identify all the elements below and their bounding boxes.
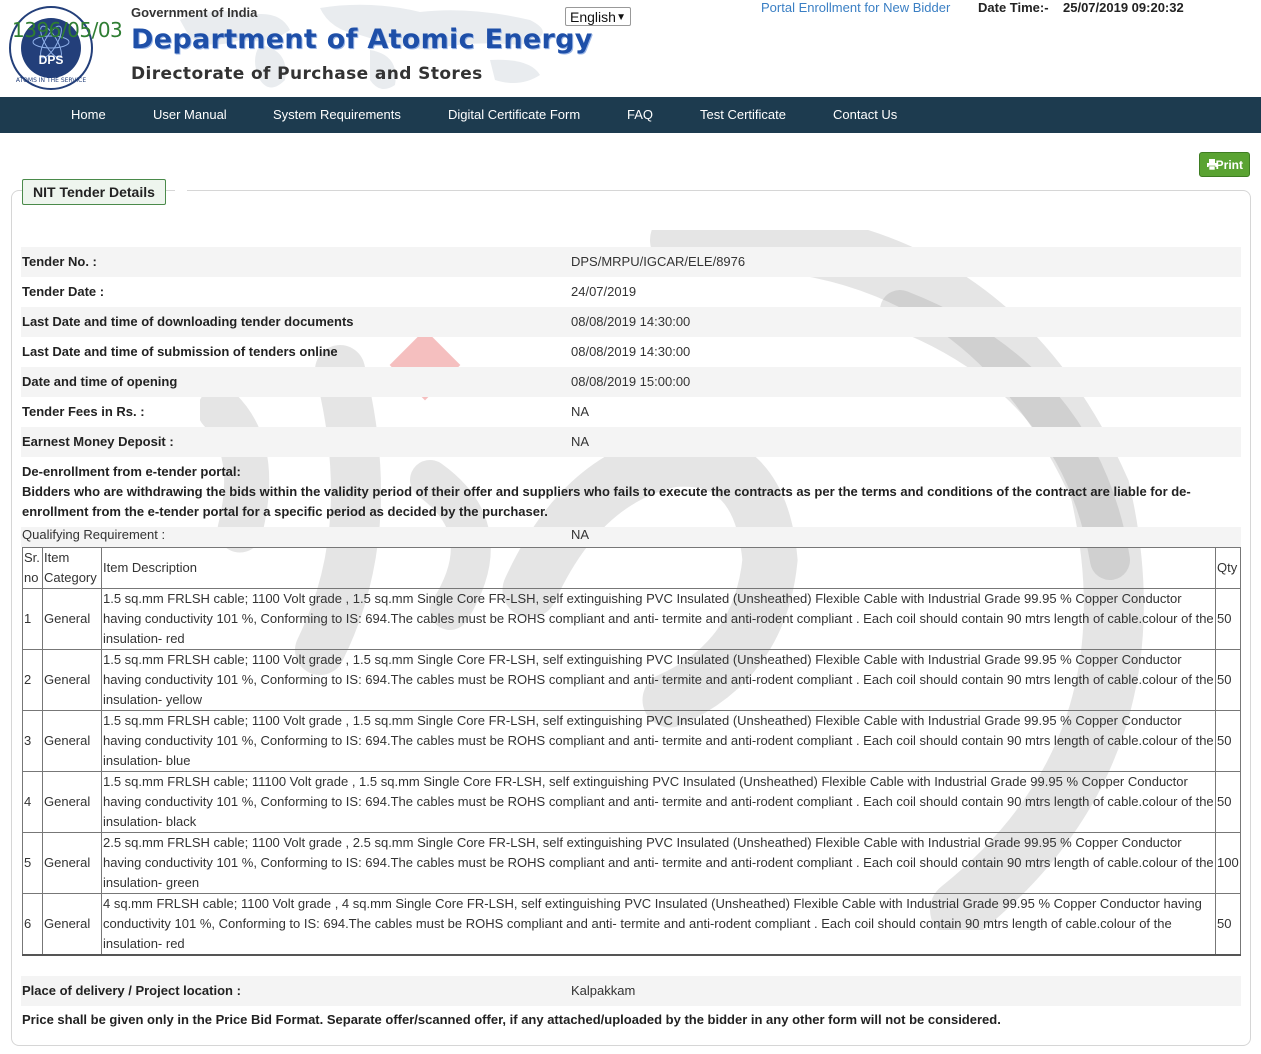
detail-label: Tender Fees in Rs. : [22,404,145,419]
gov-of-india-label: Government of India [131,5,258,20]
header-category: Item Category [42,547,102,589]
header-qty: Qty [1215,547,1241,589]
cell-category: General [42,771,102,833]
cell-description: 1.5 sq.mm FRLSH cable; 1100 Volt grade ,… [101,649,1216,711]
cell-description: 1.5 sq.mm FRLSH cable; 11100 Volt grade … [101,771,1216,833]
print-label: Print [1215,158,1243,172]
printer-icon [1207,159,1217,170]
language-select[interactable]: English ▼ [565,7,631,26]
cell-sr: 1 [22,588,43,650]
nav-test-certificate[interactable]: Test Certificate [700,97,786,133]
qualifying-value: NA [571,527,590,542]
overlay-id-stamp: 1396/05/03 [12,18,123,42]
cell-qty: 50 [1215,710,1241,772]
deenrollment-notice: De-enrollment from e-tender portal: Bidd… [22,462,1242,522]
language-selected-value: English [570,9,616,25]
cell-category: General [42,832,102,894]
dps-logo: DPS ATOMS IN THE SERVICE [8,2,94,94]
detail-row-opening: Date and time of opening 08/08/2019 15:0… [21,367,1241,397]
delivery-value: Kalpakkam [571,983,636,998]
nav-contact-us[interactable]: Contact Us [833,97,897,133]
cell-qty: 50 [1215,771,1241,833]
cell-description: 1.5 sq.mm FRLSH cable; 1100 Volt grade ,… [101,710,1216,772]
cell-qty: 50 [1215,893,1241,956]
detail-row-delivery: Place of delivery / Project location : K… [21,976,1241,1006]
items-table: Sr. no Item Category Item Description Qt… [22,547,1241,956]
table-row: 5 General 2.5 sq.mm FRLSH cable; 1100 Vo… [22,832,1241,894]
cell-sr: 6 [22,893,43,956]
detail-label: Date and time of opening [22,374,178,389]
cell-sr: 2 [22,649,43,711]
datetime-value: 25/07/2019 09:20:32 [1063,0,1184,15]
detail-row-tender-no: Tender No. : DPS/MRPU/IGCAR/ELE/8976 [21,247,1241,277]
cell-qty: 50 [1215,588,1241,650]
detail-value: 08/08/2019 14:30:00 [571,344,691,359]
detail-label: Last Date and time of submission of tend… [22,344,338,359]
detail-label: Last Date and time of downloading tender… [22,314,354,329]
items-table-header: Sr. no Item Category Item Description Qt… [22,547,1241,589]
main-navigation: Home User Manual System Requirements Dig… [0,97,1261,133]
cell-category: General [42,893,102,956]
qualifying-label: Qualifying Requirement : [22,527,166,542]
nav-user-manual[interactable]: User Manual [153,97,227,133]
cell-sr: 3 [22,710,43,772]
detail-value: 24/07/2019 [571,284,637,299]
detail-row-last-submission: Last Date and time of submission of tend… [21,337,1241,367]
svg-text:DPS: DPS [39,53,64,67]
detail-row-tender-date: Tender Date : 24/07/2019 [21,277,1241,307]
detail-label: Tender No. : [22,254,97,269]
detail-value: NA [571,404,590,419]
portal-enrollment-link[interactable]: Portal Enrollment for New Bidder [761,0,950,15]
table-row: 1 General 1.5 sq.mm FRLSH cable; 1100 Vo… [22,588,1241,650]
cell-qty: 50 [1215,649,1241,711]
cell-category: General [42,588,102,650]
nav-system-requirements[interactable]: System Requirements [273,97,401,133]
price-note: Price shall be given only in the Price B… [22,1012,1001,1027]
table-row: 3 General 1.5 sq.mm FRLSH cable; 1100 Vo… [22,710,1241,772]
print-button[interactable]: Print [1199,152,1250,177]
department-title: Department of Atomic Energy [131,24,593,55]
detail-row-last-download: Last Date and time of downloading tender… [21,307,1241,337]
qualifying-row-bg [21,527,1241,547]
detail-label: Tender Date : [22,284,105,299]
cell-category: General [42,649,102,711]
header-sr: Sr. no [22,547,43,589]
cell-description: 1.5 sq.mm FRLSH cable; 1100 Volt grade ,… [101,588,1216,650]
detail-value: DPS/MRPU/IGCAR/ELE/8976 [571,254,746,269]
site-header: DPS ATOMS IN THE SERVICE 1396/05/03 Gove… [0,0,1261,97]
svg-text:ATOMS IN THE SERVICE: ATOMS IN THE SERVICE [16,77,86,84]
nav-faq[interactable]: FAQ [627,97,653,133]
cell-description: 4 sq.mm FRLSH cable; 1100 Volt grade , 4… [101,893,1216,956]
nav-digital-certificate-form[interactable]: Digital Certificate Form [448,97,580,133]
table-row: 2 General 1.5 sq.mm FRLSH cable; 1100 Vo… [22,649,1241,711]
detail-row-emd: Earnest Money Deposit : NA [21,427,1241,457]
detail-value: NA [571,434,590,449]
nav-home[interactable]: Home [71,97,106,133]
table-row: 4 General 1.5 sq.mm FRLSH cable; 11100 V… [22,771,1241,833]
detail-row-tender-fees: Tender Fees in Rs. : NA [21,397,1241,427]
deenrollment-title: De-enrollment from e-tender portal: [22,464,241,479]
caret-down-icon: ▼ [616,12,626,23]
deenrollment-text: Bidders who are withdrawing the bids wit… [22,484,1191,519]
detail-value: 08/08/2019 14:30:00 [571,314,691,329]
cell-category: General [42,710,102,772]
panel-title: NIT Tender Details [22,179,166,205]
cell-sr: 5 [22,832,43,894]
legend-gap [175,189,187,192]
table-row: 6 General 4 sq.mm FRLSH cable; 1100 Volt… [22,893,1241,956]
header-description: Item Description [101,547,1216,589]
directorate-title: Directorate of Purchase and Stores [131,64,483,84]
delivery-label: Place of delivery / Project location : [22,983,241,998]
detail-label: Earnest Money Deposit : [22,434,174,449]
datetime-label: Date Time:- [978,0,1049,15]
detail-value: 08/08/2019 15:00:00 [571,374,691,389]
cell-qty: 100 [1215,832,1241,894]
cell-description: 2.5 sq.mm FRLSH cable; 1100 Volt grade ,… [101,832,1216,894]
cell-sr: 4 [22,771,43,833]
